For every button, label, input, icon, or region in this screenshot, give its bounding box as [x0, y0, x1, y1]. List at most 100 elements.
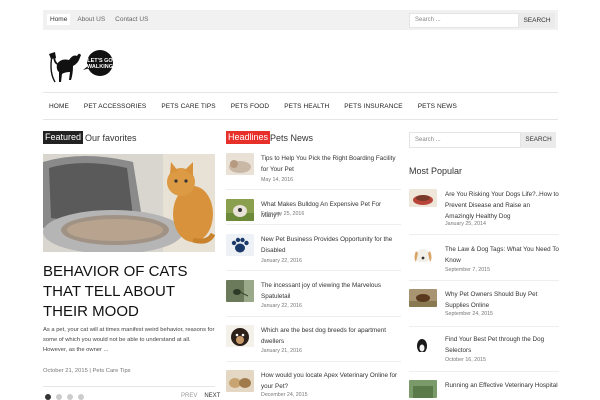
popular-thumbnail[interactable]	[409, 244, 437, 262]
featured-category[interactable]: Pets Care Tips	[93, 368, 131, 374]
news-title[interactable]: Which are the best dog breeds for apartm…	[261, 325, 401, 347]
slider-dot[interactable]	[56, 394, 62, 400]
divider	[409, 280, 559, 281]
divider	[226, 224, 401, 225]
news-title[interactable]: Tips to Help You Pick the Right Boarding…	[261, 153, 401, 175]
news-title[interactable]: New Pet Business Provides Opportunity fo…	[261, 234, 401, 256]
top-nav-about[interactable]: About US	[74, 14, 108, 25]
popular-title[interactable]: Running an Effective Veterinary Hospital	[445, 380, 559, 391]
dog-face-icon	[226, 325, 254, 347]
logo-text: LET'S GO WALKING	[87, 58, 113, 70]
nav-item-pets-food[interactable]: PETS FOOD	[231, 103, 269, 110]
popular-title[interactable]: Why Pet Owners Should Buy Pet Supplies O…	[445, 289, 559, 311]
featured-subtitle: Our favorites	[85, 132, 137, 143]
featured-date: October 21, 2015	[43, 368, 88, 374]
slider-dots	[45, 394, 84, 400]
beagle-icon	[409, 244, 437, 262]
headlines-tag: Headlines	[226, 131, 271, 144]
news-item[interactable]: Tips to Help You Pick the Right Boarding…	[226, 153, 401, 193]
top-nav-contact[interactable]: Contact US	[112, 14, 151, 25]
news-date: January 21, 2016	[261, 348, 302, 354]
slider-dot[interactable]	[45, 394, 51, 400]
nav-item-pet-accessories[interactable]: PET ACCESSORIES	[84, 103, 146, 110]
featured-title[interactable]: BEHAVIOR OF CATS THAT TELL ABOUT THEIR M…	[43, 262, 218, 322]
sleeping-dog-icon	[226, 153, 254, 175]
top-nav-home[interactable]: Home	[47, 14, 71, 25]
popular-date: September 7, 2015	[445, 267, 491, 273]
featured-meta: October 21, 2015 | Pets Care Tips	[43, 368, 131, 374]
nav-item-pets-health[interactable]: PETS HEALTH	[284, 103, 329, 110]
featured-image[interactable]	[43, 154, 215, 252]
black-white-dog-icon	[409, 334, 437, 352]
news-item[interactable]: What Makes Bulldog An Expensive Pet For …	[226, 199, 401, 239]
divider	[226, 270, 401, 271]
news-date: January 22, 2016	[261, 303, 302, 309]
most-popular-heading: Most Popular	[409, 166, 463, 176]
divider	[226, 316, 401, 317]
running-dog-icon	[409, 289, 437, 307]
divider	[409, 326, 559, 327]
sidebar-search-button[interactable]: SEARCH	[521, 132, 556, 148]
top-search-button[interactable]: SEARCH	[519, 13, 555, 28]
popular-date: September 24, 2015	[445, 311, 494, 317]
news-date: February 25, 2016	[261, 211, 305, 217]
cat-litter-box-image	[43, 154, 215, 252]
news-item[interactable]: Which are the best dog breeds for apartm…	[226, 325, 401, 365]
featured-excerpt: As a pet, your cat will at times manifes…	[43, 327, 215, 353]
top-search-input[interactable]: Search ...	[409, 13, 519, 28]
popular-title[interactable]: The Law & Dog Tags: What You Need To Kno…	[445, 244, 559, 266]
news-thumbnail[interactable]	[226, 325, 254, 347]
top-bar: Home About US Contact US Search ... SEAR…	[43, 10, 558, 30]
paw-print-icon	[226, 234, 254, 256]
nav-item-pets-insurance[interactable]: PETS INSURANCE	[344, 103, 402, 110]
nav-item-pets-care-tips[interactable]: PETS CARE TIPS	[161, 103, 215, 110]
popular-title[interactable]: Find Your Best Pet through the Dog Selec…	[445, 334, 559, 356]
prev-button[interactable]: PREV	[181, 393, 197, 399]
news-date: January 22, 2016	[261, 258, 302, 264]
news-thumbnail[interactable]	[226, 199, 254, 221]
main-nav: HOME PET ACCESSORIES PETS CARE TIPS PETS…	[43, 92, 558, 120]
featured-separator: |	[89, 368, 91, 374]
slider-dot[interactable]	[78, 394, 84, 400]
site-logo[interactable]: LET'S GO WALKING	[43, 42, 113, 86]
next-button[interactable]: NEXT	[204, 393, 220, 399]
sidebar-search-input[interactable]: Search ...	[409, 132, 521, 148]
news-thumbnail[interactable]	[226, 153, 254, 175]
news-thumbnail[interactable]	[226, 234, 254, 256]
top-nav: Home About US Contact US	[47, 14, 151, 25]
popular-thumbnail[interactable]	[409, 380, 437, 398]
featured-heading: Featured Our favorites	[43, 131, 137, 144]
popular-thumbnail[interactable]	[409, 334, 437, 352]
dog-food-icon	[409, 189, 437, 207]
popular-thumbnail[interactable]	[409, 289, 437, 307]
news-date: December 24, 2015	[261, 392, 308, 398]
popular-title[interactable]: Are You Risking Your Dogs Life?..How to …	[445, 189, 559, 222]
news-item[interactable]: New Pet Business Provides Opportunity fo…	[226, 234, 401, 274]
nav-item-pets-news[interactable]: PETS NEWS	[418, 103, 457, 110]
veterinary-icon	[409, 380, 437, 398]
news-title[interactable]: How would you locate Apex Veterinary Onl…	[261, 370, 401, 392]
news-title[interactable]: The incessant joy of viewing the Marvelo…	[261, 280, 401, 302]
popular-thumbnail[interactable]	[409, 189, 437, 207]
news-thumbnail[interactable]	[226, 370, 254, 392]
news-thumbnail[interactable]	[226, 280, 254, 302]
popular-date: January 25, 2014	[445, 221, 486, 227]
page: Home About US Contact US Search ... SEAR…	[43, 0, 559, 400]
featured-tag: Featured	[43, 131, 84, 144]
headlines-subtitle: Pets News	[270, 132, 314, 143]
news-item[interactable]: How would you locate Apex Veterinary Onl…	[226, 370, 401, 400]
news-title[interactable]: What Makes Bulldog An Expensive Pet For …	[261, 199, 401, 221]
puppies-icon	[226, 370, 254, 392]
divider	[409, 234, 559, 235]
divider	[409, 371, 559, 372]
popular-date: October 16, 2015	[445, 357, 486, 363]
headlines-heading: Headlines Pets News	[226, 131, 313, 144]
bird-icon	[226, 280, 254, 302]
news-item[interactable]: The incessant joy of viewing the Marvelo…	[226, 280, 401, 320]
slider-pager: PREV NEXT	[181, 393, 220, 399]
divider	[226, 189, 401, 190]
divider	[43, 386, 215, 387]
nav-item-home[interactable]: HOME	[49, 103, 69, 110]
slider-dot[interactable]	[67, 394, 73, 400]
bulldog-icon	[226, 199, 254, 221]
